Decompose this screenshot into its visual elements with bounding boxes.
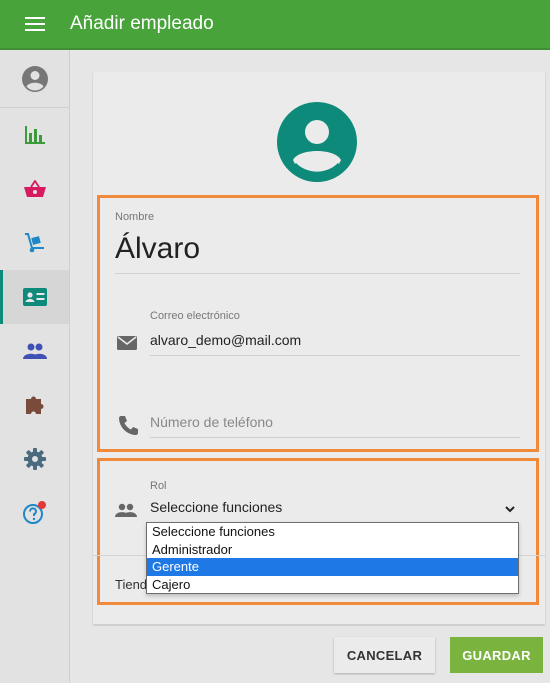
people-icon [22, 343, 47, 359]
phone-underline [150, 437, 520, 438]
sidebar-item-integrations[interactable] [0, 378, 69, 432]
sidebar-item-employees[interactable] [0, 270, 69, 324]
sidebar-item-customers[interactable] [0, 324, 69, 378]
email-label: Correo electrónico [150, 310, 240, 322]
save-button[interactable]: GUARDAR [450, 637, 543, 673]
role-select[interactable]: Seleccione funciones [150, 499, 282, 515]
phone-input[interactable]: Número de teléfono [150, 414, 273, 430]
sidebar-item-sales[interactable] [0, 162, 69, 216]
account-circle-icon [21, 65, 48, 92]
bar-chart-icon [24, 126, 45, 144]
dropdown-option[interactable]: Seleccione funciones [147, 523, 518, 541]
basket-icon [23, 180, 46, 197]
hand-truck-icon [24, 233, 44, 253]
name-label: Nombre [115, 211, 155, 223]
phone-icon [119, 416, 138, 435]
help-icon [22, 501, 46, 524]
role-label: Rol [150, 480, 167, 492]
gear-icon [23, 448, 46, 470]
sidebar-item-profile[interactable] [0, 50, 69, 108]
actions-divider [93, 625, 545, 626]
badge-icon [22, 288, 47, 306]
dropdown-option-highlighted[interactable]: Gerente [147, 558, 518, 576]
people-icon [115, 503, 137, 517]
cancel-button[interactable]: CANCELAR [334, 637, 435, 673]
dropdown-option[interactable]: Administrador [147, 541, 518, 559]
sidebar-item-reports[interactable] [0, 108, 69, 162]
sidebar [0, 50, 70, 683]
avatar [277, 102, 357, 182]
chevron-down-icon[interactable] [503, 502, 517, 516]
name-input[interactable]: Álvaro [115, 232, 200, 266]
puzzle-icon [25, 396, 43, 414]
name-underline [115, 273, 520, 274]
email-input[interactable]: alvaro_demo@mail.com [150, 332, 301, 348]
role-dropdown-list[interactable]: Seleccione funciones Administrador Geren… [146, 522, 519, 594]
email-underline [150, 355, 520, 356]
sidebar-item-inventory[interactable] [0, 216, 69, 270]
menu-button[interactable] [0, 0, 70, 49]
page-title: Añadir empleado [70, 13, 214, 34]
hamburger-icon [25, 17, 45, 31]
store-label: Tiend [115, 577, 148, 592]
dropdown-option[interactable]: Cajero [147, 576, 518, 594]
email-icon [117, 336, 137, 350]
notification-dot [37, 501, 46, 509]
sidebar-item-help[interactable] [0, 486, 69, 540]
app-header: Añadir empleado [0, 0, 550, 50]
sidebar-item-settings[interactable] [0, 432, 69, 486]
